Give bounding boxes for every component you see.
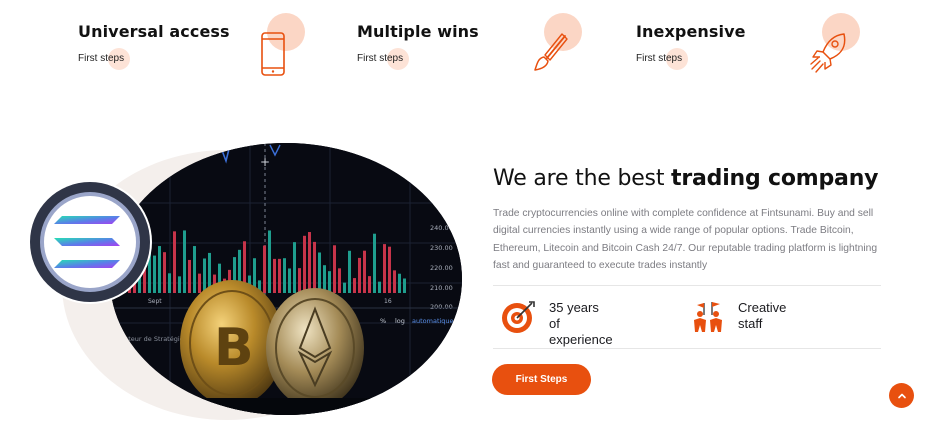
stat-text: 35 years of experience bbox=[549, 300, 613, 348]
chart-bar bbox=[348, 250, 351, 293]
first-steps-button[interactable]: First Steps bbox=[492, 364, 591, 395]
price-tick: 200.00 bbox=[430, 303, 453, 311]
chart-bar bbox=[318, 252, 321, 293]
chart-bar bbox=[403, 278, 406, 293]
chart-bar bbox=[373, 233, 376, 293]
chart-bar bbox=[363, 250, 366, 293]
chart-bar bbox=[358, 257, 361, 293]
feature-multiple-wins: Multiple wins First steps bbox=[357, 0, 627, 90]
feature-universal-access: Universal access First steps bbox=[78, 0, 348, 90]
solana-coin-badge bbox=[28, 180, 152, 304]
feature-subtitle: First steps bbox=[636, 53, 683, 64]
solana-logo-icon bbox=[30, 182, 150, 302]
chart-bar bbox=[378, 281, 381, 293]
feature-subtitle: First steps bbox=[357, 53, 404, 64]
chart-bar bbox=[338, 268, 341, 293]
stat-line1: 35 years bbox=[549, 300, 599, 315]
feature-subtitle: First steps bbox=[78, 53, 125, 64]
chart-bar bbox=[368, 276, 371, 293]
chart-bar bbox=[163, 252, 166, 293]
chart-bar bbox=[198, 273, 201, 293]
feature-inexpensive: Inexpensive First steps bbox=[636, 0, 906, 90]
price-tick: 240.00 bbox=[430, 224, 453, 232]
chart-bar bbox=[158, 246, 161, 293]
svg-text:+: + bbox=[260, 155, 270, 169]
chart-bar bbox=[353, 278, 356, 293]
chevron-up-icon bbox=[897, 393, 906, 398]
chart-bar bbox=[288, 268, 291, 293]
chart-bar bbox=[263, 245, 266, 293]
chart-bar bbox=[283, 258, 286, 293]
toolbar-log: log bbox=[395, 317, 405, 325]
headline-light: We are the best bbox=[493, 166, 672, 191]
chart-bar bbox=[393, 270, 396, 293]
target-icon bbox=[502, 301, 535, 333]
divider bbox=[493, 285, 881, 286]
features-strip: Universal access First steps Multiple wi… bbox=[0, 0, 936, 90]
scroll-to-top-button[interactable] bbox=[889, 383, 914, 408]
stat-text: Creative staff bbox=[738, 300, 786, 332]
chart-bar bbox=[388, 246, 391, 293]
chart-bar bbox=[398, 273, 401, 293]
section-description: Trade cryptocurrencies online with compl… bbox=[493, 208, 878, 272]
trading-chart-image: + 240.00 230.00 220.00 210.00 200.00 Sep… bbox=[110, 143, 462, 415]
paintbrush-icon bbox=[534, 33, 568, 71]
feature-title: Inexpensive bbox=[636, 22, 746, 41]
price-tick: 220.00 bbox=[430, 264, 453, 272]
stat-line1: Creative bbox=[738, 300, 787, 315]
chart-bar bbox=[268, 230, 271, 293]
chart-bar bbox=[343, 282, 346, 293]
chart-bar bbox=[168, 273, 171, 293]
chart-bar bbox=[293, 242, 296, 293]
chart-bar bbox=[273, 258, 276, 293]
chart-bar bbox=[328, 271, 331, 293]
price-tick: 210.00 bbox=[430, 284, 453, 292]
feature-title: Universal access bbox=[78, 22, 230, 41]
divider bbox=[493, 348, 881, 349]
chart-bar bbox=[323, 265, 326, 293]
team-icon bbox=[694, 302, 722, 332]
chart-bar bbox=[313, 241, 316, 293]
feature-title: Multiple wins bbox=[357, 22, 479, 41]
chart-bar bbox=[193, 246, 196, 293]
stat-line2: staff bbox=[738, 316, 763, 331]
chart-bar bbox=[278, 258, 281, 293]
chart-bar bbox=[303, 235, 306, 293]
chart-bar bbox=[173, 231, 176, 293]
chart-bar bbox=[298, 268, 301, 293]
chart-bar bbox=[308, 232, 311, 293]
chart-bar bbox=[183, 230, 186, 293]
chart-bar bbox=[153, 255, 156, 293]
toolbar-percent: % bbox=[380, 317, 386, 325]
section-headline: We are the best trading company bbox=[493, 166, 878, 191]
price-tick: 230.00 bbox=[430, 244, 453, 252]
chart-bar bbox=[203, 258, 206, 293]
chart-bar bbox=[178, 276, 181, 293]
svg-text:B: B bbox=[214, 318, 254, 378]
rocket-icon bbox=[810, 33, 846, 73]
chart-bar bbox=[383, 244, 386, 293]
stat-line2: of experience bbox=[549, 316, 613, 347]
toolbar-auto: automatique bbox=[412, 317, 454, 325]
smartphone-icon bbox=[261, 32, 285, 76]
headline-bold: trading company bbox=[671, 166, 879, 191]
chart-bar bbox=[188, 259, 191, 293]
chart-bar bbox=[333, 245, 336, 293]
x-tick: 16 bbox=[384, 298, 392, 305]
